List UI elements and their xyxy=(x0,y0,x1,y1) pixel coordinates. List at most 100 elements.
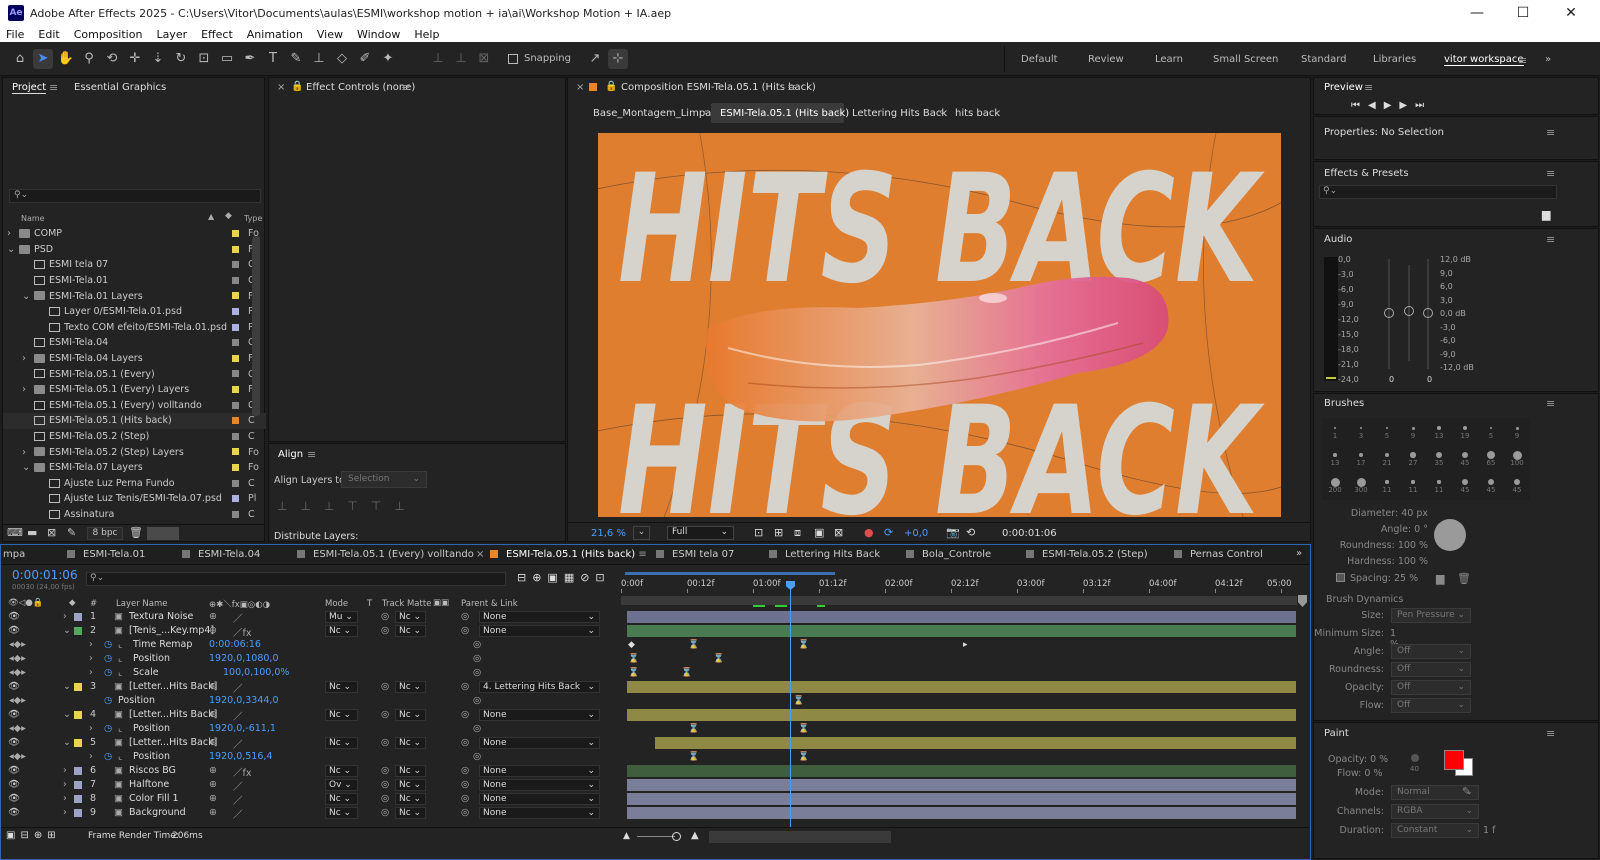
exposure-value[interactable]: +0,0 xyxy=(904,528,928,539)
layer-duration-bar[interactable] xyxy=(627,709,1296,721)
layer-label-swatch[interactable] xyxy=(74,809,82,817)
parent-dropdown[interactable]: 4. Lettering Hits Back ⌄ xyxy=(479,681,600,693)
brush-property[interactable]: Roundness: 100 % xyxy=(1314,540,1428,551)
label-swatch[interactable] xyxy=(232,323,239,331)
flowchart-button[interactable] xyxy=(147,527,179,540)
label-swatch[interactable] xyxy=(232,386,239,393)
lock-icon[interactable]: 🔒 xyxy=(291,81,303,92)
quality-switch-icon[interactable]: ／ xyxy=(233,779,243,793)
parent-dropdown[interactable]: None ⌄ xyxy=(479,737,600,749)
audio-knob-left[interactable] xyxy=(1384,308,1394,318)
project-item[interactable]: ›ESMI-Tela.05.1 (Every) LayersFo xyxy=(3,382,266,398)
paint-duration-frames[interactable]: 1 f xyxy=(1483,825,1495,836)
parent-pickwhip-icon[interactable]: ◎ xyxy=(461,611,469,622)
layer-row[interactable]: 👁 ⌄ 4 ▣ [Letter...Hits Back] ⊕ ／ Nc ⌄ ◎ Nc ⌄ ◎ None… xyxy=(1,708,1309,723)
menu-window[interactable]: Window xyxy=(357,28,400,41)
track-matte-dropdown[interactable]: Nc ⌄ xyxy=(395,737,426,749)
playback-controls-icon[interactable]: ⏮◀▶▶⏭ xyxy=(1351,100,1432,111)
timeline-tab[interactable]: Bola_Controle xyxy=(906,549,991,560)
layer-row[interactable]: 👁 › 6 ▣ Riscos BG ⊕ ／fx Nc ⌄ ◎ Nc ⌄ ◎ None ⌄ xyxy=(1,764,1309,779)
stopwatch-icon[interactable]: ◷ xyxy=(104,723,112,734)
eye-icon[interactable]: 👁 xyxy=(8,709,20,720)
project-item[interactable]: ESMI-Tela.05.1 (Hits back) C xyxy=(3,413,266,429)
breadcrumb-base-montagem[interactable]: Base_Montagem_Limpa xyxy=(593,108,711,119)
parent-pickwhip-icon[interactable]: ◎ xyxy=(461,709,469,720)
track-matte-dropdown[interactable]: Nc ⌄ xyxy=(395,765,426,777)
pen-icon[interactable]: ✎ xyxy=(67,526,76,539)
property-row[interactable]: ◂◆▸ › ◷ ⌞ Position 1920,0,1080,0 ◎ ⌛ ⌛ xyxy=(1,652,1309,666)
menu-animation[interactable]: Animation xyxy=(247,28,303,41)
brush-tip[interactable] xyxy=(1385,480,1389,484)
track-matte-dropdown[interactable]: Nc ⌄ xyxy=(395,611,426,623)
timeline-tab[interactable]: ESMI-Tela.04 xyxy=(182,549,260,560)
keyframe-icon[interactable]: ⌛ xyxy=(628,668,639,678)
keyframe-icon[interactable]: ⌛ xyxy=(681,668,692,678)
twirl-arrow-icon[interactable]: › xyxy=(89,751,93,762)
brush-tool-icon[interactable]: ✎ xyxy=(286,49,306,69)
layer-row[interactable]: 👁 › 7 ▣ Halftone ⊕ ／ Ov ⌄ ◎ Nc ⌄ ◎ None ⌄ xyxy=(1,778,1309,793)
brush-tip[interactable] xyxy=(1461,478,1469,486)
parent-pickwhip-icon[interactable]: ◎ xyxy=(461,625,469,636)
workspace-default[interactable]: Default xyxy=(1021,54,1058,65)
zoom-slider[interactable] xyxy=(637,836,675,837)
brush-tip[interactable] xyxy=(1411,480,1415,484)
project-item[interactable]: ESMI-Tela.05.1 (Every)C xyxy=(3,366,266,382)
sort-up-icon[interactable]: ▲ xyxy=(208,212,214,221)
rotation-tool-icon[interactable]: ↻ xyxy=(171,49,191,69)
project-item[interactable]: ESMI-Tela.05.1 (Every) volltandoC xyxy=(3,398,266,414)
parent-pickwhip-icon[interactable]: ◎ xyxy=(461,681,469,692)
keyframe-icon[interactable]: ⌛ xyxy=(688,724,699,734)
property-value[interactable]: 1920,0,516,4 xyxy=(209,751,272,762)
keyframe-icon[interactable]: ⌛ xyxy=(798,724,809,734)
keyframe-icon[interactable]: ⌛ xyxy=(798,752,809,762)
timeline-tab[interactable]: ESMI tela 07 xyxy=(656,549,734,560)
properties-title[interactable]: Properties: No Selection xyxy=(1324,127,1444,138)
paint-duration-dropdown[interactable]: Constant ⌄ xyxy=(1391,823,1479,838)
parent-dropdown[interactable]: None ⌄ xyxy=(479,625,600,637)
parent-dropdown[interactable]: None ⌄ xyxy=(479,709,600,721)
brush-trash-icon[interactable]: 🗑 xyxy=(1457,572,1471,585)
layer-name-header[interactable]: Layer Name xyxy=(116,599,167,609)
pickwhip-icon[interactable]: ◎ xyxy=(473,695,481,706)
viewer-timecode[interactable]: 0:00:01:06 xyxy=(1002,528,1057,539)
eye-icon[interactable]: 👁 xyxy=(8,737,20,748)
keyframe-nav-icon[interactable]: ◂◆▸ xyxy=(9,667,26,678)
breadcrumb-hits-back-comp[interactable]: ESMI-Tela.05.1 (Hits back) xyxy=(720,108,849,119)
expand-arrow-icon[interactable]: › xyxy=(22,353,26,364)
brush-tip[interactable] xyxy=(1411,426,1415,430)
tab-menu-icon[interactable]: ≡ xyxy=(635,549,646,560)
brush-tip[interactable] xyxy=(1487,478,1495,486)
property-value[interactable]: 0:00:06:16 xyxy=(209,639,261,650)
dolly-camera-icon[interactable]: ⇣ xyxy=(148,49,168,69)
brush-property[interactable]: Hardness: 100 % xyxy=(1314,556,1428,567)
timeline-horizontal-scrollbar[interactable] xyxy=(709,831,891,843)
paint-channels-dropdown[interactable]: RGBA ⌄ xyxy=(1391,804,1479,819)
expand-arrow-icon[interactable]: › xyxy=(22,384,26,395)
composition-canvas[interactable]: HITS BACK HITS BACK xyxy=(598,133,1281,517)
trash-icon[interactable]: 🗑 xyxy=(129,526,143,539)
matte-icon[interactable]: ◎ xyxy=(381,807,389,818)
brush-tip[interactable] xyxy=(1358,452,1364,458)
pen-tool-icon[interactable]: ✒ xyxy=(240,49,260,69)
keyframe-nav-icon[interactable]: ◂◆▸ xyxy=(9,751,26,762)
layer-label-swatch[interactable] xyxy=(74,683,82,691)
rectangle-tool-icon[interactable]: ▭ xyxy=(217,49,237,69)
project-item[interactable]: ESMI-Tela.04C xyxy=(3,335,266,351)
parent-pickwhip-icon[interactable]: ◎ xyxy=(461,779,469,790)
blend-mode-dropdown[interactable]: Nc ⌄ xyxy=(325,765,358,777)
label-swatch[interactable] xyxy=(232,370,239,378)
twirl-arrow-icon[interactable]: › xyxy=(89,667,93,678)
label-swatch[interactable] xyxy=(232,339,239,347)
shy-switch-icon[interactable]: ⊕ xyxy=(209,611,217,622)
project-item[interactable]: ⌄ ESMI-Tela.07 Layers Fo xyxy=(3,460,266,476)
parent-pickwhip-icon[interactable]: ◎ xyxy=(461,793,469,804)
expand-arrow-icon[interactable]: ⌄ xyxy=(22,291,30,302)
layer-label-swatch[interactable] xyxy=(74,627,82,635)
brush-tip[interactable] xyxy=(1437,480,1441,484)
zoom-out-icon[interactable]: ▲ xyxy=(623,831,630,841)
matte-icon[interactable]: ◎ xyxy=(381,737,389,748)
layer-label-swatch[interactable] xyxy=(74,781,82,789)
eye-icon[interactable]: 👁 xyxy=(8,681,20,692)
selection-tool-icon[interactable]: ➤ xyxy=(33,48,53,69)
project-item[interactable]: ESMI-Tela.05.2 (Step) C xyxy=(3,429,266,445)
